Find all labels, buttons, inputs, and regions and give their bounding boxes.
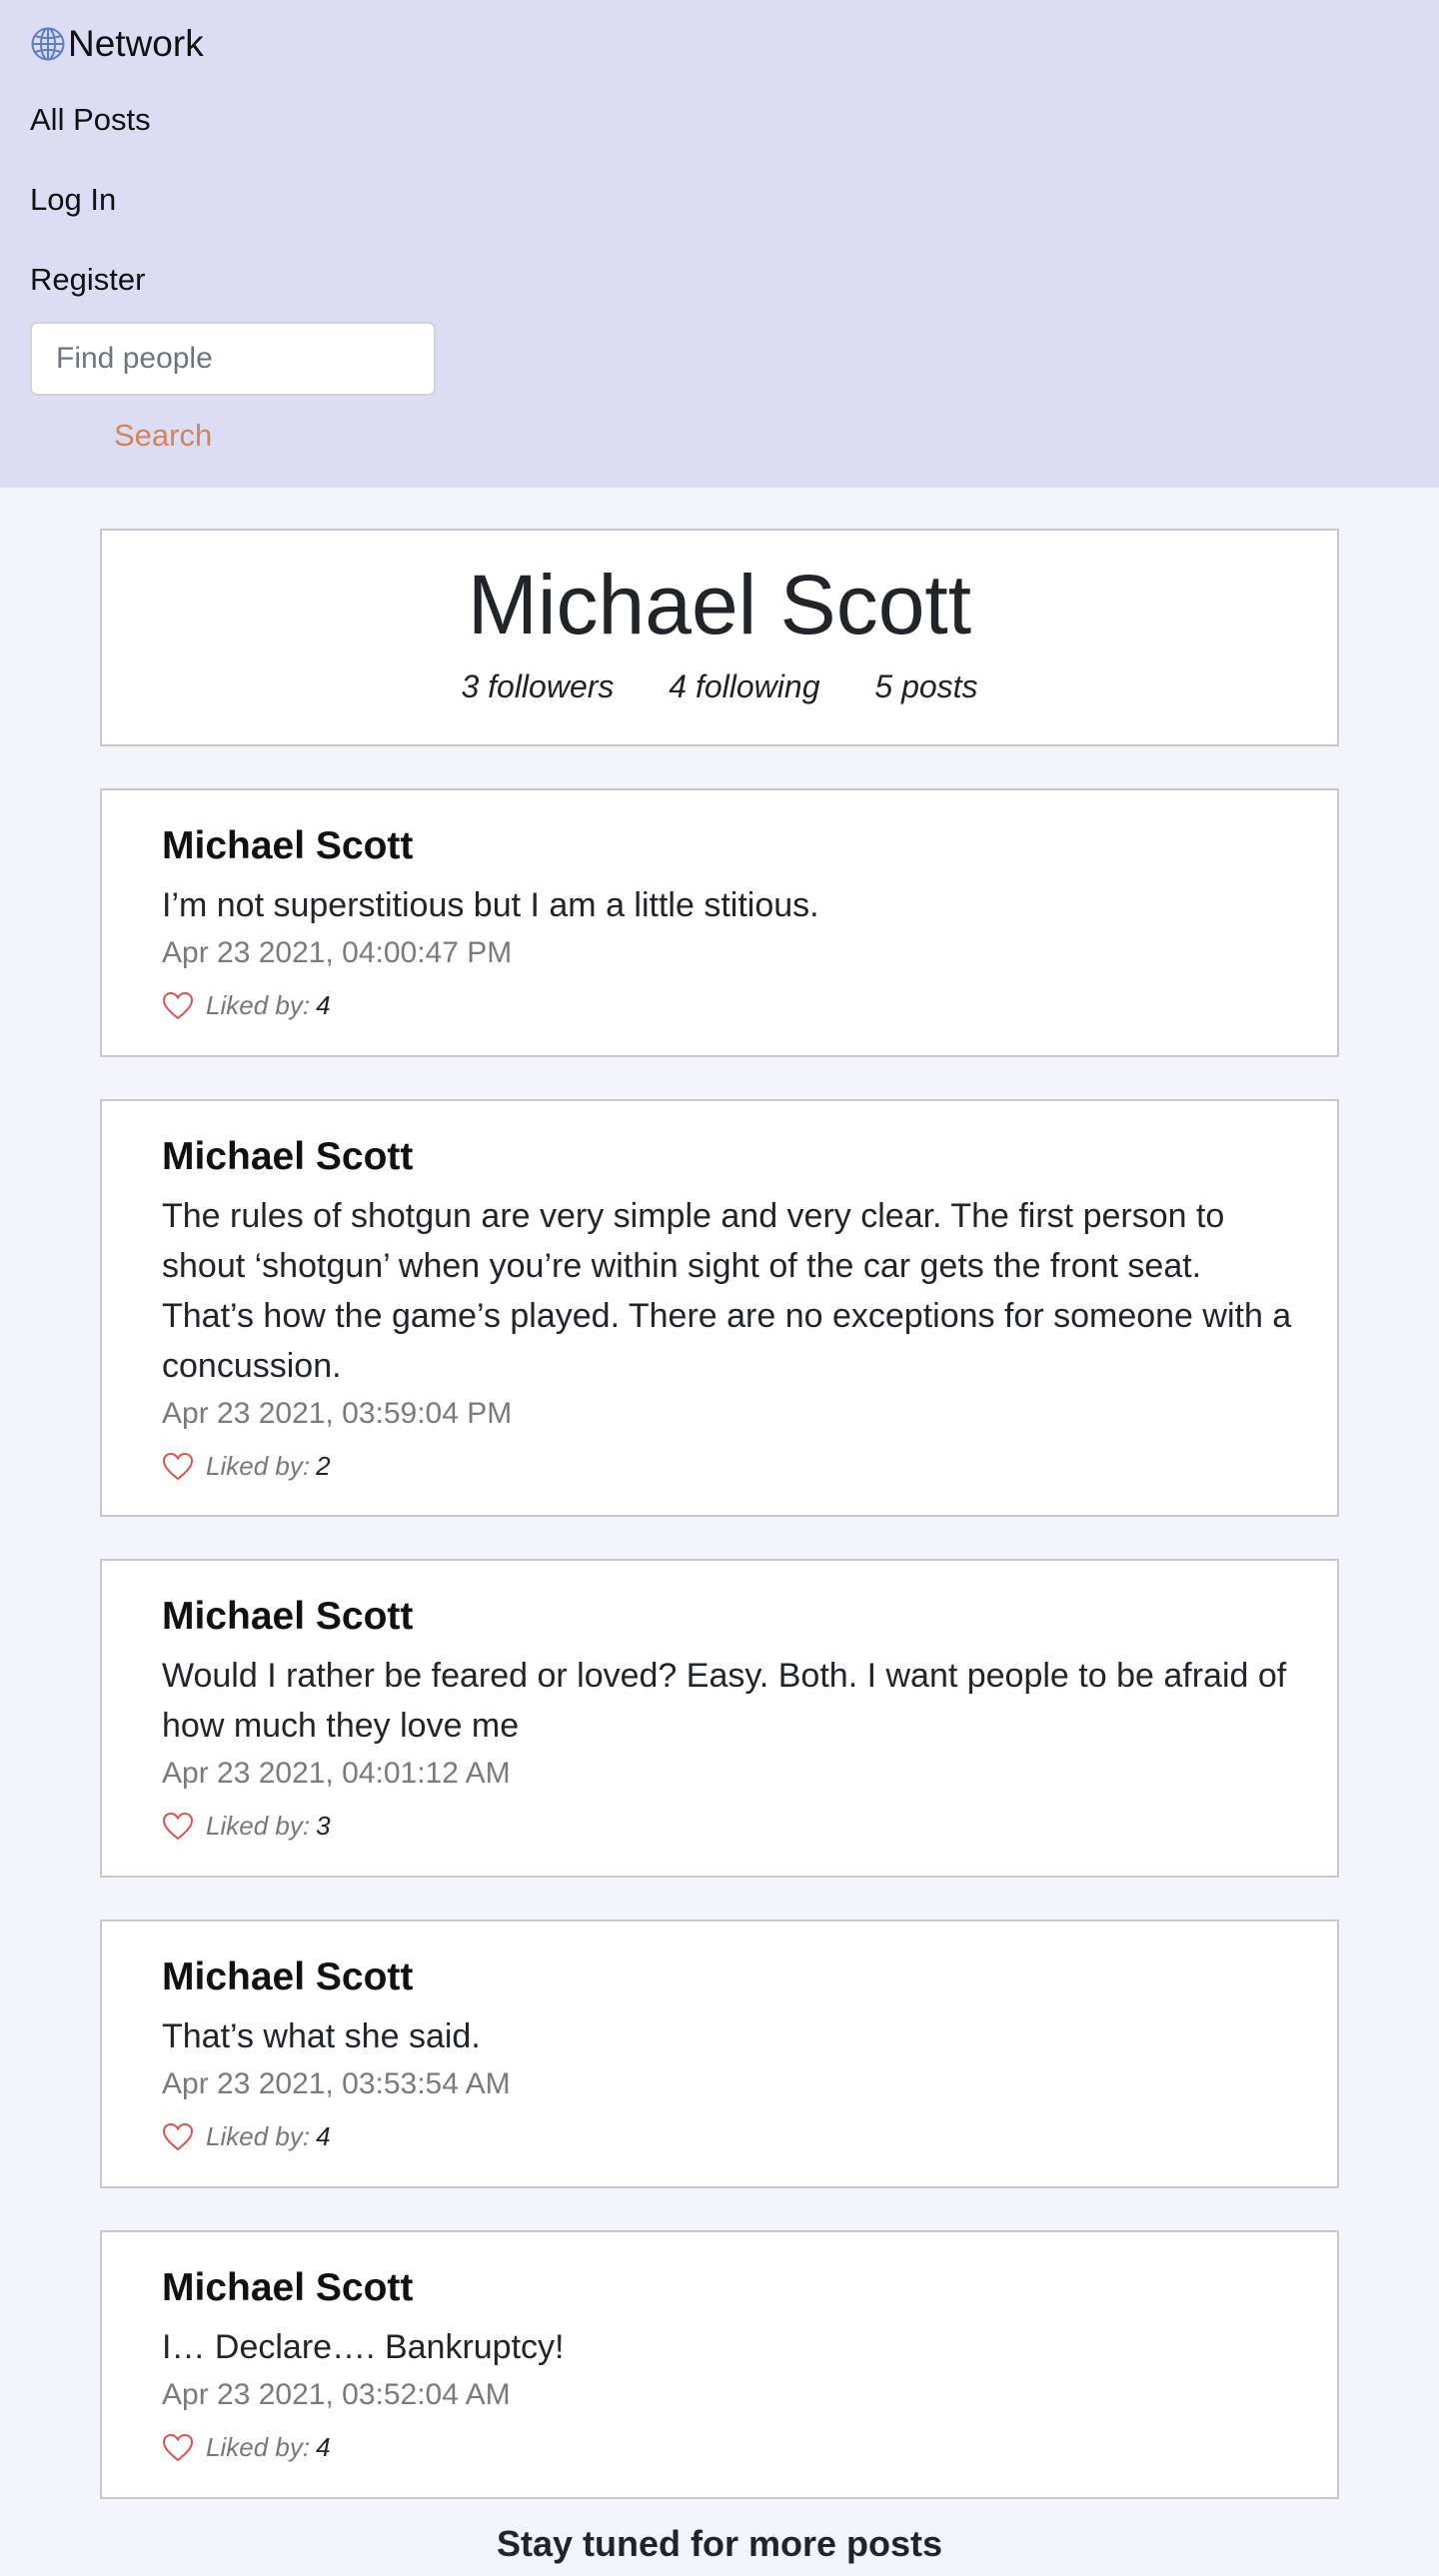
followers-count[interactable]: 3 followers	[461, 668, 614, 704]
like-count: 3	[316, 1811, 331, 1841]
nav-log-in[interactable]: Log In	[30, 182, 116, 218]
post-card: Michael Scott Would I rather be feared o…	[100, 1559, 1339, 1878]
stay-tuned-message: Stay tuned for more posts	[496, 2523, 943, 2564]
post-author[interactable]: Michael Scott	[162, 1135, 413, 1179]
post-likes: Liked by: 2	[162, 1451, 331, 1482]
post-body: That’s what she said.	[162, 2017, 481, 2055]
liked-by-label: Liked by:	[206, 1811, 311, 1841]
post-author[interactable]: Michael Scott	[162, 2266, 413, 2310]
posts-count: 5 posts	[874, 668, 978, 704]
post-timestamp: Apr 23 2021, 04:01:12 AM	[162, 1757, 511, 1790]
nav-register[interactable]: Register	[30, 262, 145, 298]
globe-icon	[31, 27, 65, 61]
navbar: Network All Posts Log In Register Search	[0, 0, 1439, 488]
brand-text: Network	[68, 23, 204, 64]
post-card: Michael Scott I’m not superstitious but …	[100, 788, 1339, 1057]
find-people-input[interactable]	[30, 322, 436, 396]
liked-by-label: Liked by:	[206, 990, 311, 1020]
post-body: The rules of shotgun are very simple and…	[162, 1197, 1292, 1385]
heart-icon[interactable]	[162, 2122, 194, 2152]
heart-icon[interactable]	[162, 1812, 194, 1842]
post-body: Would I rather be feared or loved? Easy.…	[162, 1657, 1287, 1745]
post-body: I… Declare…. Bankruptcy!	[162, 2328, 565, 2366]
post-likes: Liked by: 4	[162, 2121, 331, 2152]
nav-all-posts[interactable]: All Posts	[30, 102, 151, 138]
brand-link[interactable]: Network	[30, 20, 204, 68]
heart-icon[interactable]	[162, 2433, 194, 2463]
liked-by-label: Liked by:	[206, 2121, 311, 2151]
post-card: Michael Scott The rules of shotgun are v…	[100, 1099, 1339, 1517]
profile-name: Michael Scott	[467, 558, 972, 651]
search-button[interactable]: Search	[100, 414, 226, 458]
liked-by-label: Liked by:	[206, 1451, 311, 1481]
like-count: 4	[316, 2121, 331, 2151]
post-likes: Liked by: 4	[162, 990, 331, 1021]
post-timestamp: Apr 23 2021, 04:00:47 PM	[162, 936, 513, 969]
post-timestamp: Apr 23 2021, 03:52:04 AM	[162, 2378, 511, 2411]
post-author[interactable]: Michael Scott	[162, 824, 413, 868]
post-likes: Liked by: 3	[162, 1811, 331, 1842]
post-author[interactable]: Michael Scott	[162, 1595, 413, 1639]
liked-by-label: Liked by:	[206, 2432, 311, 2462]
post-timestamp: Apr 23 2021, 03:59:04 PM	[162, 1397, 513, 1430]
heart-icon[interactable]	[162, 1452, 194, 1482]
like-count: 2	[316, 1451, 331, 1481]
like-count: 4	[316, 990, 331, 1020]
post-body: I’m not superstitious but I am a little …	[162, 886, 819, 924]
profile-card: Michael Scott 3 followers 4 following 5 …	[100, 529, 1339, 746]
post-card: Michael Scott That’s what she said. Apr …	[100, 1920, 1339, 2188]
post-timestamp: Apr 23 2021, 03:53:54 AM	[162, 2067, 511, 2100]
heart-icon[interactable]	[162, 991, 194, 1021]
post-card: Michael Scott I… Declare…. Bankruptcy! A…	[100, 2230, 1339, 2499]
post-likes: Liked by: 4	[162, 2432, 331, 2463]
post-author[interactable]: Michael Scott	[162, 1955, 413, 1999]
like-count: 4	[316, 2432, 331, 2462]
profile-stats: 3 followers 4 following 5 posts	[102, 668, 1337, 705]
following-count[interactable]: 4 following	[669, 668, 819, 704]
